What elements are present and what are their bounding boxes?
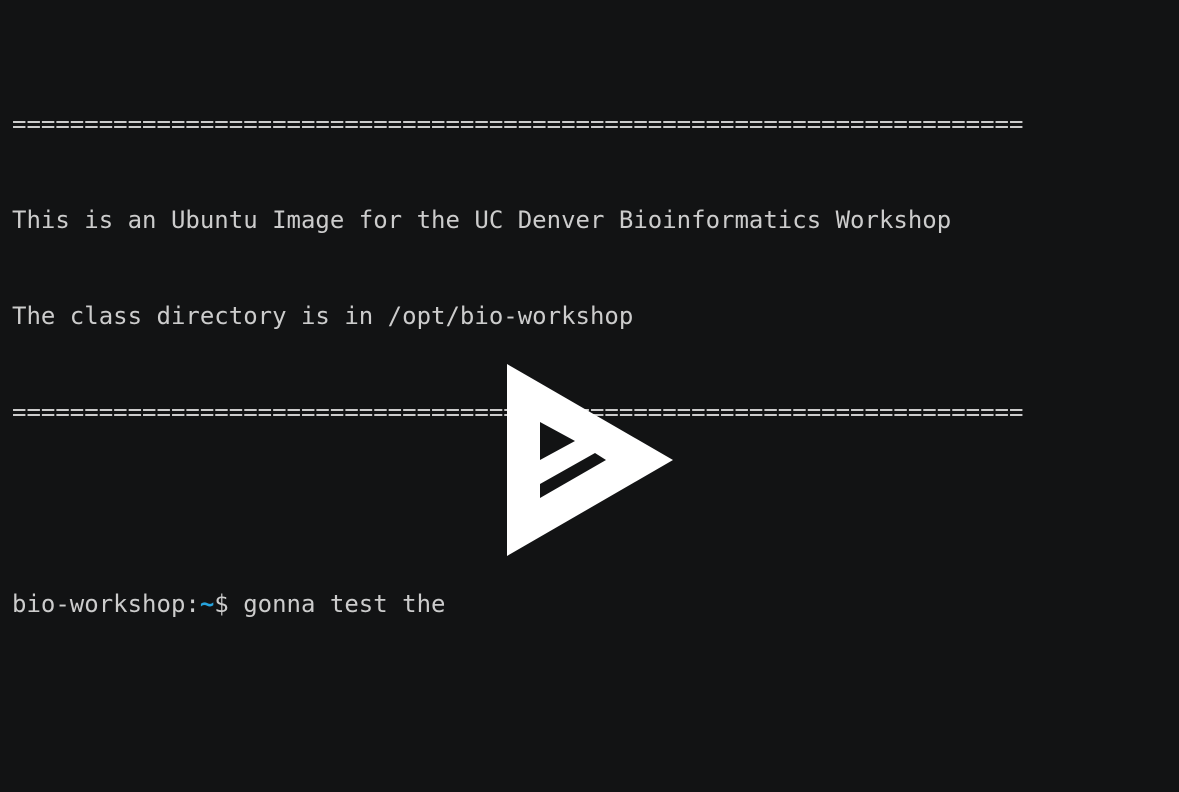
prompt-symbol: $ (214, 590, 244, 618)
asciinema-play-icon (507, 364, 673, 556)
prompt-host: bio-workshop: (12, 590, 200, 618)
play-button[interactable] (504, 298, 676, 556)
command-text: gonna test the (243, 590, 446, 618)
banner-line-1: This is an Ubuntu Image for the UC Denve… (12, 206, 952, 234)
banner-rule-top: ========================================… (12, 110, 1024, 138)
terminal-screen[interactable]: ========================================… (0, 0, 1179, 792)
prompt-path: ~ (199, 590, 215, 618)
